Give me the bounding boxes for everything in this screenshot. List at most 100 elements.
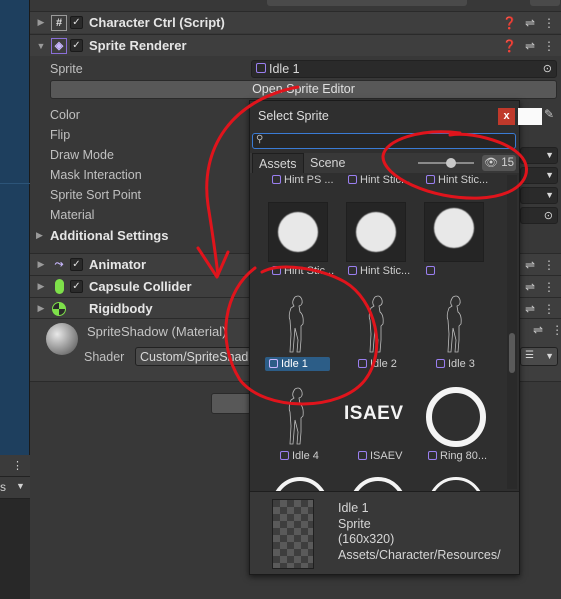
left-dropdown-text[interactable]: s xyxy=(0,480,6,494)
component-title: Sprite Renderer xyxy=(89,38,187,53)
search-input[interactable]: ⚲ xyxy=(252,133,516,149)
idle-figure-thumb[interactable] xyxy=(438,293,472,355)
component-title: Rigidbody xyxy=(89,301,153,316)
eye-slash-icon: 👁 xyxy=(484,157,498,169)
mask-interaction-label: Mask Interaction xyxy=(50,168,142,182)
ring-sprite-thumb[interactable] xyxy=(272,477,328,491)
list-item[interactable] xyxy=(426,265,438,277)
preset-icon[interactable]: ⇌ xyxy=(525,258,535,272)
figure-outline-icon xyxy=(288,387,304,445)
list-item[interactable]: ISAEV xyxy=(358,450,402,462)
list-item[interactable]: Hint PS ... xyxy=(272,174,334,186)
divider xyxy=(0,183,30,184)
fold-arrow-icon[interactable]: ▶ xyxy=(34,259,48,270)
fold-arrow-icon[interactable]: ▶ xyxy=(34,281,48,292)
add-component-button[interactable] xyxy=(211,393,251,414)
list-item[interactable]: Hint Stic... xyxy=(348,265,410,277)
sprite-thumb[interactable] xyxy=(424,202,484,262)
inspector-top-strip xyxy=(30,0,561,9)
more-icon[interactable]: ⋮ xyxy=(543,302,555,316)
preset-icon[interactable]: ⇌ xyxy=(525,280,535,294)
object-picker-icon[interactable]: ⊙ xyxy=(543,62,552,75)
ring-sprite-thumb[interactable] xyxy=(428,477,484,491)
idle-figure-thumb[interactable] xyxy=(360,293,394,355)
sprite-label: Sprite xyxy=(50,62,83,76)
preview-size: (160x320) xyxy=(338,532,395,546)
grid-scrollbar[interactable] xyxy=(507,175,517,489)
sprite-thumb[interactable] xyxy=(268,202,328,262)
more-icon[interactable]: ⋮ xyxy=(12,459,23,472)
fold-arrow-icon[interactable]: ▶ xyxy=(36,230,50,241)
preset-icon[interactable]: ⇌ xyxy=(533,323,543,337)
sprite-field[interactable]: Idle 1 ⊙ xyxy=(251,60,557,78)
more-icon[interactable]: ⋮ xyxy=(543,39,555,53)
color-swatch[interactable] xyxy=(518,108,542,125)
list-item[interactable]: Hint Stic... xyxy=(348,174,410,186)
enabled-checkbox[interactable]: ✓ xyxy=(70,16,83,29)
fold-arrow-icon[interactable]: ▶ xyxy=(34,303,48,314)
additional-settings-foldout[interactable]: ▶ Additional Settings xyxy=(36,228,168,243)
character-ctrl-header[interactable]: ▶ # ✓ Character Ctrl (Script) ❓ ⇌ ⋮ xyxy=(30,11,561,33)
zoom-slider-handle[interactable] xyxy=(446,158,456,168)
tab-assets[interactable]: Assets xyxy=(252,153,304,173)
idle-figure-thumb[interactable] xyxy=(280,293,314,355)
more-icon[interactable]: ⋮ xyxy=(543,16,555,30)
open-sprite-editor-button[interactable]: Open Sprite Editor xyxy=(50,80,557,99)
component-title: Animator xyxy=(89,257,147,272)
ring-sprite-thumb[interactable] xyxy=(350,477,406,491)
material-label: Material xyxy=(50,208,95,222)
mask-interaction-dropdown[interactable]: ▼ xyxy=(520,167,558,184)
eyedropper-icon[interactable]: ✎ xyxy=(544,107,554,121)
sort-point-dropdown[interactable]: ▼ xyxy=(520,187,558,204)
ring-sprite-thumb[interactable] xyxy=(426,387,486,447)
shader-value: Custom/SpriteShad xyxy=(140,350,249,364)
material-field[interactable]: ⊙ xyxy=(520,207,558,224)
tab-scene[interactable]: Scene xyxy=(304,153,351,173)
figure-outline-icon xyxy=(446,295,462,353)
help-icon[interactable]: ❓ xyxy=(502,16,517,30)
enabled-checkbox[interactable]: ✓ xyxy=(70,258,83,271)
preset-icon[interactable]: ⇌ xyxy=(525,39,535,53)
close-button[interactable]: x xyxy=(498,108,515,125)
scrollbar-thumb[interactable] xyxy=(509,333,515,373)
list-item-selected[interactable]: Idle 1 xyxy=(265,357,330,371)
chevron-down-icon: ▼ xyxy=(545,190,554,200)
material-name: SpriteShadow (Material) xyxy=(87,324,227,339)
shader-dropdown[interactable]: Custom/SpriteShad xyxy=(135,347,255,366)
more-icon[interactable]: ⋮ xyxy=(551,323,561,337)
list-item[interactable]: Idle 2 xyxy=(358,358,397,370)
left-toolbar-row: ⋮ xyxy=(0,455,30,477)
fold-arrow-icon[interactable]: ▶ xyxy=(34,17,48,28)
hidden-items-toggle[interactable]: 👁 15 xyxy=(482,155,516,171)
list-item[interactable]: Idle 3 xyxy=(436,358,475,370)
draw-mode-dropdown[interactable]: ▼ xyxy=(520,147,558,164)
chevron-down-icon[interactable]: ▼ xyxy=(16,481,25,491)
more-icon[interactable]: ⋮ xyxy=(543,280,555,294)
flip-label: Flip xyxy=(50,128,71,142)
list-item[interactable]: Ring 80... xyxy=(428,450,487,462)
preview-name: Idle 1 xyxy=(338,501,369,515)
preset-icon[interactable]: ⇌ xyxy=(525,16,535,30)
enabled-checkbox[interactable]: ✓ xyxy=(70,39,83,52)
enabled-checkbox[interactable]: ✓ xyxy=(70,280,83,293)
list-icon: ☰ xyxy=(525,350,534,361)
sprite-renderer-header[interactable]: ▼ ◈ ✓ Sprite Renderer ❓ ⇌ ⋮ xyxy=(30,34,561,56)
list-item[interactable]: Idle 4 xyxy=(280,450,319,462)
list-item[interactable]: Hint Stic... xyxy=(272,265,334,277)
capsule-collider-icon xyxy=(51,279,67,295)
help-icon[interactable]: ❓ xyxy=(502,39,517,53)
hash-script-icon: # xyxy=(51,14,67,31)
fold-arrow-icon[interactable]: ▼ xyxy=(34,41,48,51)
more-icon[interactable]: ⋮ xyxy=(543,258,555,272)
figure-outline-icon xyxy=(288,295,304,353)
shader-menu-dropdown[interactable]: ☰ ▼ xyxy=(520,347,558,366)
idle-figure-thumb[interactable] xyxy=(280,385,314,447)
sprite-thumb[interactable] xyxy=(346,202,406,262)
sprite-sort-point-label: Sprite Sort Point xyxy=(50,188,142,202)
component-title: Capsule Collider xyxy=(89,279,192,294)
list-item[interactable]: Hint Stic... xyxy=(426,174,488,186)
preset-icon[interactable]: ⇌ xyxy=(525,302,535,316)
scene-view-strip[interactable] xyxy=(0,0,30,455)
isaev-sprite-thumb[interactable]: ISAEV xyxy=(344,403,410,427)
search-icon: ⚲ xyxy=(256,134,264,145)
